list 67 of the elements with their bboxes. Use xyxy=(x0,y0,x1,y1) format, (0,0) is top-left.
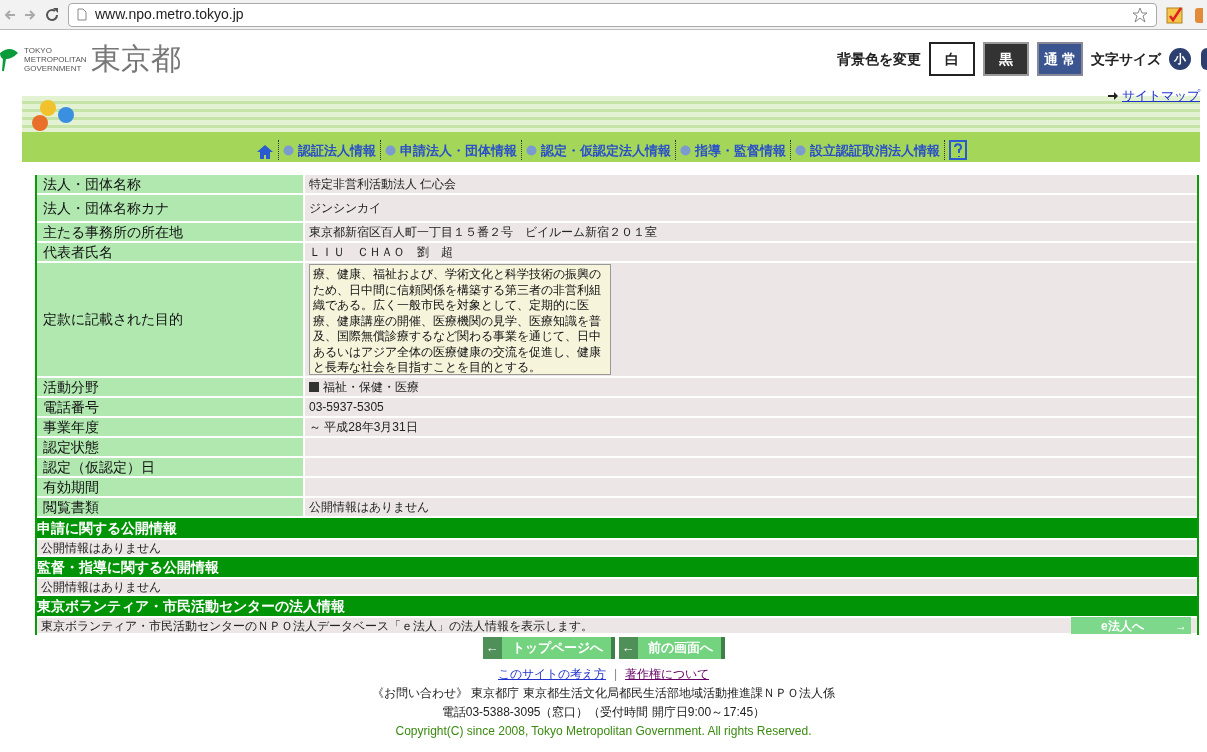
background-color-button[interactable]: 白 xyxy=(929,42,975,76)
value-cell: 03-5937-5305 xyxy=(305,398,1197,416)
phone-text: 電話03-5388-3095（窓口）（受付時間 開庁日9:00～17:45） xyxy=(441,704,766,721)
value-cell: 特定非営利活動法人 仁心会 xyxy=(305,175,1197,193)
logo-small-text: TOKYO METROPOLITAN GOVERNMENT xyxy=(24,45,87,73)
section-text: 公開情報はありません xyxy=(41,539,161,557)
section-heading: 監督・指導に関する公開情報 xyxy=(37,557,1197,577)
background-color-label: 背景色を変更 xyxy=(837,49,921,69)
field-label: 事業年度 xyxy=(37,418,305,436)
bullet-icon xyxy=(525,144,537,156)
url-text: www.npo.metro.tokyo.jp xyxy=(95,5,244,24)
page-icon xyxy=(77,8,87,21)
bullet-icon xyxy=(282,144,294,156)
home-icon[interactable] xyxy=(255,144,274,160)
purpose-text-area[interactable]: 療、健康、福祉および、学術文化と科学技術の振興のため、日中間に信頼関係を構築する第三者の非営利組織である。広く一般市民を対象として、定期的に医療、健康講座の開催、医療機関の見学、医療知識を普及、国際無償診療するなど関わる事業を通じて、日中あるいはアジア全体の医療健康の交流を促進し、健康と長寿な社会を目指すことを目的とする。 xyxy=(309,264,611,375)
square-bullet-icon xyxy=(309,382,319,392)
section-heading: 東京ボランティア・市民活動センターの法人情報 xyxy=(37,596,1197,616)
section-text: 東京ボランティア・市民活動センターのＮＰＯ法人データベース「ｅ法人」の法人情報を表示します。 xyxy=(41,617,593,635)
font-size-button[interactable] xyxy=(1201,48,1207,70)
field-label: 法人・団体名称カナ xyxy=(37,195,305,221)
value-cell: 公開情報はありません xyxy=(305,498,1197,516)
field-label: 閲覧書類 xyxy=(37,498,305,516)
value-cell: ジンシンカイ xyxy=(305,195,1197,221)
field-label: 活動分野 xyxy=(37,378,305,396)
back-icon[interactable] xyxy=(4,8,16,21)
bullet-icon xyxy=(384,144,396,156)
field-label: 法人・団体名称 xyxy=(37,175,305,193)
section-text: 公開情報はありません xyxy=(41,578,161,596)
nav-link[interactable]: 認定・仮認定法人情報 xyxy=(525,140,671,160)
background-color-button[interactable]: 通 常 xyxy=(1037,42,1083,76)
field-label: 代表者氏名 xyxy=(37,243,305,261)
section-heading: 申請に関する公開情報 xyxy=(37,518,1197,538)
address-field[interactable]: www.npo.metro.tokyo.jp xyxy=(68,2,1157,27)
nav-link[interactable]: 申請法人・団体情報 xyxy=(384,140,517,160)
field-value: 福祉・保健・医療 xyxy=(323,379,419,396)
font-size-label: 文字サイズ xyxy=(1091,49,1161,69)
field-label: 定款に記載された目的 xyxy=(37,263,305,376)
ginkgo-logo-icon xyxy=(0,47,20,71)
font-size-button[interactable]: 小 xyxy=(1169,48,1191,70)
footer-link[interactable]: 著作権について xyxy=(625,665,710,684)
page-nav-button[interactable]: ← トップページへ xyxy=(482,637,615,659)
value-cell: ～ 平成28年3月31日 xyxy=(305,418,1197,436)
field-label: 主たる事務所の所在地 xyxy=(37,223,305,241)
sitemap-link[interactable]: サイトマップ xyxy=(1108,86,1200,106)
field-label: 電話番号 xyxy=(37,398,305,416)
help-icon[interactable] xyxy=(948,140,967,160)
value-cell: ＬＩＵ ＣＨＡＯ 劉 超 xyxy=(305,243,1197,261)
reload-icon[interactable] xyxy=(44,6,60,23)
nav-link[interactable]: 指導・監督情報 xyxy=(679,140,786,160)
bullet-icon xyxy=(794,144,806,156)
arrow-icon xyxy=(1108,91,1118,100)
copyright-text: Copyright(C) since 2008, Tokyo Metropolitan Government. All rights Reserved. xyxy=(395,723,812,740)
nav-link[interactable]: 設立認証取消法人情報 xyxy=(794,140,940,160)
value-cell: 東京都新宿区百人町一丁目１５番２号 ビイルーム新宿２０１室 xyxy=(305,223,1197,241)
footer-link[interactable]: このサイトの考え方 xyxy=(497,665,606,684)
bullet-icon xyxy=(679,144,691,156)
forward-icon[interactable] xyxy=(24,8,36,21)
page-nav-button[interactable]: ← 前の画面へ xyxy=(618,637,725,659)
nav-link[interactable]: 認証法人情報 xyxy=(282,140,376,160)
field-label: 有効期間 xyxy=(37,478,305,496)
field-label: 認定（仮認定）日 xyxy=(37,458,305,476)
contact-text: 《お問い合わせ》 東京都庁 東京都生活文化局都民生活部地域活動推進課ＮＰＯ法人係 xyxy=(372,685,835,702)
logo-title: 東京都 xyxy=(90,44,181,74)
background-color-button[interactable]: 黒 xyxy=(983,42,1029,76)
separator-text: | xyxy=(613,666,618,683)
field-label: 認定状態 xyxy=(37,438,305,456)
star-icon[interactable] xyxy=(1132,6,1148,23)
